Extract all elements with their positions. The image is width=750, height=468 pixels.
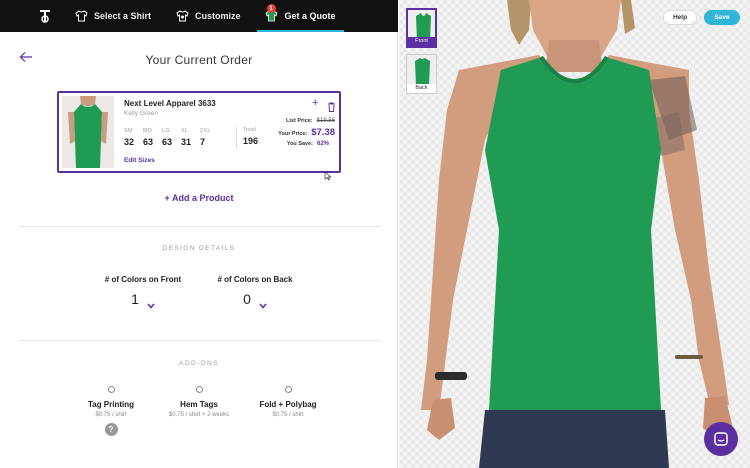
help-button[interactable]: Help	[663, 10, 697, 25]
your-price-value: $7.38	[311, 127, 335, 138]
size-breakdown: SM 32 MD 63 LG 63 XL 31 2XL 7	[124, 128, 219, 147]
tab-get-quote[interactable]: 1 Get a Quote	[253, 0, 348, 32]
view-front[interactable]: Front	[406, 8, 437, 48]
tee-logo-icon[interactable]	[28, 0, 62, 32]
front-colors-value-wrap: 1	[88, 291, 198, 309]
tab-customize[interactable]: Customize	[163, 0, 253, 32]
order-card[interactable]: Next Level Apparel 3633 Kelly Green SM 3…	[57, 91, 341, 173]
tab-select-shirt[interactable]: Select a Shirt	[62, 0, 163, 32]
divider	[19, 340, 380, 341]
help-icon[interactable]: ?	[104, 423, 118, 436]
addon-fold-polybag[interactable]: Fold + Polybag $0.75 / shirt	[243, 386, 333, 419]
list-price-value: $19.56	[316, 118, 335, 124]
you-save-row: You Save: 62%	[265, 141, 335, 147]
size-col: MD 63	[143, 128, 162, 147]
size-qty: 32	[124, 137, 135, 147]
quote-badge: 1	[266, 4, 276, 13]
addon-price: $0.75 / shirt + 2 weeks	[168, 412, 230, 418]
front-colors-label: # of Colors on Front	[104, 275, 182, 284]
size-qty: 63	[143, 137, 154, 147]
view-back-label: Back	[407, 84, 436, 93]
page-title: Your Current Order	[145, 53, 253, 67]
front-colors-select[interactable]: # of Colors on Front 1	[88, 275, 198, 309]
tab-get-quote-label: Get a Quote	[284, 11, 336, 21]
radio-button[interactable]	[107, 386, 115, 393]
size-qty: 31	[181, 137, 192, 147]
back-colors-select[interactable]: # of Colors on Back 0	[200, 275, 310, 309]
price-summary: List Price: $19.56 Your Price: $7.38 You…	[265, 118, 335, 150]
you-save-value: 62%	[317, 141, 330, 147]
radio-button[interactable]	[195, 386, 203, 393]
total-label: Total	[243, 127, 257, 133]
back-colors-value-wrap: 0	[200, 291, 310, 309]
addon-tag-printing[interactable]: Tag Printing $0.75 / shirt ?	[66, 386, 156, 436]
size-label: LG	[162, 128, 170, 134]
addon-name: Tag Printing	[87, 400, 135, 409]
addon-hem-tags[interactable]: Hem Tags $0.75 / shirt + 2 weeks	[154, 386, 244, 419]
product-thumbnail	[62, 96, 114, 168]
order-panel: Your Current Order Next Level Apparel 36…	[0, 32, 398, 468]
divider	[19, 226, 380, 227]
your-price-row: Your Price: $7.38	[265, 127, 335, 138]
add-icon[interactable]: +	[312, 98, 318, 109]
addon-price: $0.75 / shirt	[272, 412, 304, 418]
size-label: MD	[143, 128, 153, 134]
addon-price: $0.75 / shirt	[95, 412, 127, 418]
size-col: SM 32	[124, 128, 143, 147]
view-front-label: Front	[408, 37, 435, 46]
list-price-label: List Price:	[286, 118, 313, 124]
save-button[interactable]: Save	[704, 10, 740, 25]
size-qty: 63	[162, 137, 173, 147]
edit-sizes-link[interactable]: Edit Sizes	[124, 157, 155, 164]
view-back[interactable]: Back	[406, 54, 437, 94]
you-save-label: You Save:	[286, 141, 313, 147]
list-price-row: List Price: $19.56	[265, 118, 335, 124]
back-thumb-image	[407, 55, 436, 86]
chat-icon[interactable]	[704, 422, 738, 456]
your-price-label: Your Price:	[278, 131, 308, 137]
chevron-down-icon	[259, 296, 267, 309]
tab-select-shirt-label: Select a Shirt	[94, 11, 152, 21]
size-col: 2XL 7	[200, 128, 219, 147]
shirt-preview: Front Back Help Save	[399, 0, 750, 468]
tab-customize-label: Customize	[195, 11, 241, 21]
total-quantity: Total 196	[236, 127, 258, 149]
add-product-button[interactable]: + Add a Product	[0, 193, 398, 203]
chevron-down-icon	[147, 296, 155, 309]
addon-name: Hem Tags	[180, 400, 218, 409]
addon-name: Fold + Polybag	[259, 400, 317, 409]
total-value: 196	[243, 136, 259, 146]
radio-button[interactable]	[284, 386, 292, 393]
add-ons-title: ADD-ONS	[179, 360, 219, 367]
back-colors-value: 0	[243, 291, 251, 307]
size-label: SM	[124, 128, 133, 134]
size-qty: 7	[200, 137, 206, 147]
design-details-title: DESIGN DETAILS	[162, 245, 236, 252]
front-colors-value: 1	[131, 291, 139, 307]
size-label: 2XL	[200, 128, 211, 134]
palette-icon	[175, 9, 189, 23]
app: Select a Shirt Customize 1 Get a Quote Y…	[0, 0, 750, 468]
back-colors-label: # of Colors on Back	[217, 275, 293, 284]
trash-icon[interactable]	[327, 99, 336, 112]
model-photo	[421, 0, 733, 468]
shirt-icon	[74, 9, 88, 23]
product-name: Next Level Apparel 3633	[124, 99, 216, 108]
mouse-cursor-icon	[324, 168, 332, 181]
size-label: XL	[181, 128, 189, 134]
size-col: LG 63	[162, 128, 181, 147]
top-nav: Select a Shirt Customize 1 Get a Quote	[0, 0, 398, 32]
product-color: Kelly Green	[124, 110, 158, 117]
size-col: XL 31	[181, 128, 200, 147]
